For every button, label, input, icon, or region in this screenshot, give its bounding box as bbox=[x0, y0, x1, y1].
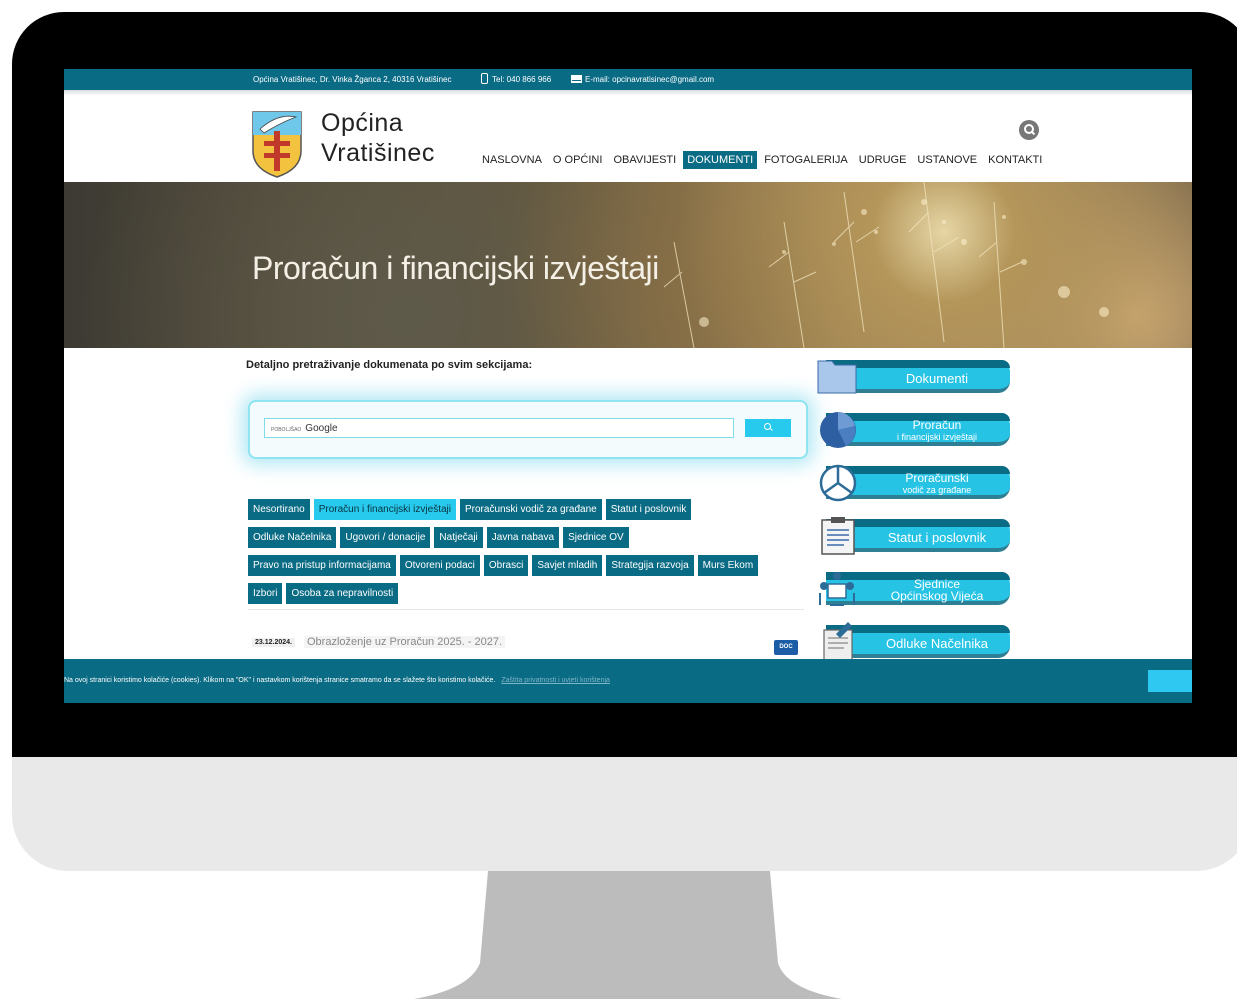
document-pen-icon bbox=[823, 622, 853, 661]
clipboard-icon bbox=[821, 517, 855, 555]
google-brand: Google bbox=[305, 423, 338, 434]
nav-obavijesti[interactable]: OBAVIJESTI bbox=[609, 151, 680, 169]
sidebar-label: Sjednice Općinskog Vijeća bbox=[890, 577, 984, 603]
nav-ustanove[interactable]: USTANOVE bbox=[913, 151, 981, 169]
tag-strategija-razvoja[interactable]: Strategija razvoja bbox=[606, 555, 694, 576]
nav-fotogalerija[interactable]: FOTOGALERIJA bbox=[760, 151, 852, 169]
sidebar-item-sjednice[interactable]: Sjednice Općinskog Vijeća bbox=[816, 569, 1012, 608]
circle-chart-icon bbox=[819, 464, 857, 502]
site-name[interactable]: Općina Vratišinec bbox=[321, 108, 435, 168]
section-divider bbox=[248, 609, 804, 610]
cookie-text: Na ovoj stranici koristimo kolačiće (coo… bbox=[64, 677, 610, 684]
sidebar-label: Proračun i financijski izvještaji bbox=[896, 418, 978, 442]
tag-pravo-na-pristup[interactable]: Pravo na pristup informacijama bbox=[248, 555, 396, 576]
site-name-line1: Općina bbox=[321, 109, 404, 137]
cookie-ok-button[interactable] bbox=[1148, 670, 1192, 692]
tag-ugovori[interactable]: Ugovori / donacije bbox=[340, 527, 431, 548]
powered-by-text: POBOLJŠAO bbox=[271, 427, 302, 433]
tag-natjecaji[interactable]: Natječaji bbox=[434, 527, 483, 548]
cookie-banner: Na ovoj stranici koristimo kolačiće (coo… bbox=[64, 659, 1192, 703]
page-banner: Proračun i financijski izvještaji bbox=[64, 182, 1192, 348]
tag-proracun[interactable]: Proračun i financijski izvještaji bbox=[313, 499, 456, 520]
phone-icon bbox=[481, 73, 488, 84]
meeting-icon bbox=[819, 572, 855, 606]
main-nav: NASLOVNA O OPĆINI OBAVIJESTI DOKUMENTI F… bbox=[478, 151, 1049, 169]
document-date: 23.12.2024. bbox=[252, 638, 295, 647]
category-filter: Nesortirano Proračun i financijski izvje… bbox=[248, 499, 804, 611]
sidebar: Dokumenti Proračun i financijski izvješta… bbox=[816, 357, 1012, 675]
tag-nesortirano[interactable]: Nesortirano bbox=[248, 499, 310, 520]
tag-proracunski-vodic[interactable]: Proračunski vodič za građane bbox=[459, 499, 602, 520]
sidebar-label: Proračunski vodič za građane bbox=[902, 471, 972, 495]
doc-file-icon[interactable]: DOC bbox=[774, 640, 798, 655]
sidebar-label: Statut i poslovnik bbox=[887, 530, 987, 545]
nav-o-opcini[interactable]: O OPĆINI bbox=[549, 151, 607, 169]
pie-chart-icon bbox=[820, 412, 856, 448]
sidebar-item-proracun[interactable]: Proračun i financijski izvještaji bbox=[816, 410, 1012, 449]
tag-statut[interactable]: Statut i poslovnik bbox=[605, 499, 692, 520]
document-title[interactable]: Obrazloženje uz Proračun 2025. - 2027. bbox=[304, 636, 506, 648]
tag-savjet-mladih[interactable]: Savjet mladih bbox=[532, 555, 603, 576]
tag-murs-ekom[interactable]: Murs Ekom bbox=[697, 555, 759, 576]
browser-viewport: Općina Vratišinec, Dr. Vinka Žganca 2, 4… bbox=[64, 69, 1192, 703]
folder-icon bbox=[817, 360, 857, 394]
search-input[interactable]: POBOLJŠAO Google bbox=[264, 418, 734, 438]
phone-text: Tel: 040 866 966 bbox=[492, 75, 552, 84]
page-title: Proračun i financijski izvještaji bbox=[252, 250, 659, 286]
nav-kontakti[interactable]: KONTAKTI bbox=[984, 151, 1046, 169]
nav-udruge[interactable]: UDRUGE bbox=[855, 151, 911, 169]
sidebar-label: Odluke Načelnika bbox=[886, 636, 988, 651]
tag-otvoreni-podaci[interactable]: Otvoreni podaci bbox=[399, 555, 480, 576]
sidebar-item-statut[interactable]: Statut i poslovnik bbox=[816, 516, 1012, 555]
top-info-bar: Općina Vratišinec, Dr. Vinka Žganca 2, 4… bbox=[64, 69, 1192, 90]
coat-of-arms-logo[interactable] bbox=[250, 109, 304, 179]
site-name-line2: Vratišinec bbox=[321, 139, 435, 167]
site-header: Općina Vratišinec NASLOVNA O OPĆINI OBAV… bbox=[64, 90, 1192, 182]
nav-naslovna[interactable]: NASLOVNA bbox=[478, 151, 546, 169]
monitor-chin bbox=[12, 757, 1237, 871]
document-list-item[interactable]: 23.12.2024. Obrazloženje uz Proračun 202… bbox=[248, 635, 804, 655]
tag-sjednice-ov[interactable]: Sjednice OV bbox=[563, 527, 629, 548]
search-panel: POBOLJŠAO Google bbox=[248, 400, 808, 459]
search-label: Detaljno pretraživanje dokumenata po svi… bbox=[246, 359, 533, 371]
tag-osoba-za-nepravilnosti[interactable]: Osoba za nepravilnosti bbox=[286, 583, 399, 604]
tag-izbori[interactable]: Izbori bbox=[248, 583, 283, 604]
tag-javna-nabava[interactable]: Javna nabava bbox=[486, 527, 560, 548]
privacy-link[interactable]: Zaštita privatnosti i uvjeti korištenja bbox=[501, 677, 610, 684]
tag-odluke-nacelnika[interactable]: Odluke Načelnika bbox=[248, 527, 337, 548]
monitor-stand bbox=[414, 871, 842, 999]
search-icon[interactable] bbox=[1019, 120, 1039, 140]
address-text: Općina Vratišinec, Dr. Vinka Žganca 2, 4… bbox=[253, 75, 452, 84]
sidebar-item-dokumenti[interactable]: Dokumenti bbox=[816, 357, 1012, 396]
search-submit-button[interactable] bbox=[745, 419, 791, 437]
sidebar-item-proracunski-vodic[interactable]: Proračunski vodič za građane bbox=[816, 463, 1012, 502]
sidebar-label: Dokumenti bbox=[905, 371, 969, 386]
nav-dokumenti[interactable]: DOKUMENTI bbox=[683, 151, 758, 169]
sidebar-item-odluke[interactable]: Odluke Načelnika bbox=[816, 622, 1012, 661]
tag-obrasci[interactable]: Obrasci bbox=[483, 555, 529, 576]
email-link[interactable]: E-mail: opcinavratisinec@gmail.com bbox=[585, 69, 714, 90]
mail-icon bbox=[571, 75, 582, 83]
